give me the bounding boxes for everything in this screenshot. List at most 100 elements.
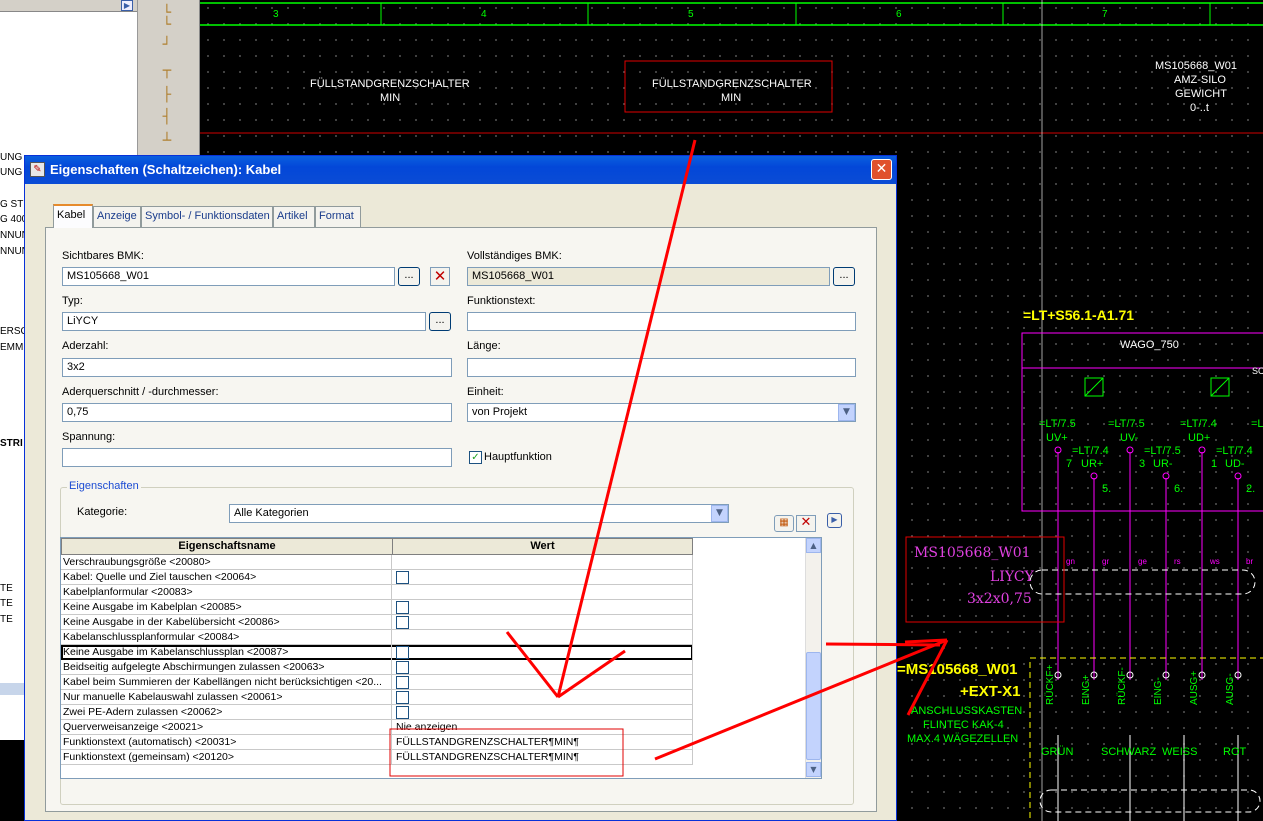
terminal-number: 2. [1246,483,1256,495]
table-row[interactable]: Keine Ausgabe in der Kabelübersicht <200… [61,615,693,630]
property-value-cell[interactable]: FÜLLSTANDGRENZSCHALTER¶MIN¶ [393,750,693,765]
scroll-down-icon[interactable]: ▼ [806,762,821,777]
symbol-corner-icon[interactable]: ┘ [156,36,178,54]
property-value-cell[interactable]: FÜLLSTANDGRENZSCHALTER¶MIN¶ [393,735,693,750]
typ-input[interactable]: LiYCY [62,312,426,331]
table-row[interactable]: Zwei PE-Adern zulassen <20062> [61,705,693,720]
tab-format[interactable]: Format [315,206,361,227]
property-value-cell[interactable] [393,630,693,645]
sichtbares-bmk-browse-button[interactable]: ... [398,267,420,286]
dialog-title: Eigenschaften (Schaltzeichen): Kabel [50,162,282,177]
property-value-cell[interactable] [393,705,693,720]
chevron-down-icon[interactable]: ▼ [838,404,855,421]
property-checkbox[interactable] [396,571,409,584]
property-value-cell[interactable] [393,615,693,630]
table-row[interactable]: Verschraubungsgröße <20080> [61,555,693,570]
property-value-cell[interactable] [393,570,693,585]
property-value-cell[interactable]: Nie anzeigen [393,720,693,735]
panel-scroll-right-icon[interactable]: ▶ [121,0,133,11]
dialog-titlebar[interactable]: ✎ Eigenschaften (Schaltzeichen): Kabel ✕ [25,156,896,184]
wire-color: gn [1066,557,1075,566]
property-checkbox[interactable] [396,661,409,674]
table-row[interactable]: Kabelplanformular <20083> [61,585,693,600]
table-row[interactable]: Beidseitig aufgelegte Abschirmungen zula… [61,660,693,675]
new-property-icon[interactable]: ▦ [774,515,794,532]
chevron-down-icon[interactable]: ▼ [711,505,728,522]
kategorie-select[interactable]: Alle Kategorien [229,504,729,523]
box-location: +EXT-X1 [960,683,1021,700]
table-row[interactable]: Nur manuelle Kabelauswahl zulassen <2006… [61,690,693,705]
property-value-cell[interactable] [393,555,693,570]
aderzahl-label: Aderzahl: [62,340,109,352]
terminal-number: 5. [1102,483,1112,495]
wago-label: SC [1252,366,1263,376]
symbol-tee-icon[interactable]: ┴ [156,132,178,150]
symbol-toolbar: └ └ ┘ ┬ ├ ┤ ┴ [138,0,200,160]
cable-size: 3x2x0,75 [967,591,1032,607]
property-checkbox[interactable] [396,601,409,614]
property-value-cell[interactable] [393,645,693,660]
table-row[interactable]: Kabel: Quelle und Ziel tauschen <20064> [61,570,693,585]
left-panel-text: UNG [0,167,23,178]
scroll-thumb[interactable] [806,652,821,760]
property-checkbox[interactable] [396,676,409,689]
column-number: 3 [273,9,279,20]
delete-icon[interactable]: ✕ [796,515,816,532]
einheit-select[interactable]: von Projekt [467,403,856,422]
symbol-tee-icon[interactable]: ├ [156,86,178,104]
aderquerschnitt-input[interactable]: 0,75 [62,403,452,422]
terminal-number: 6. [1174,483,1184,495]
property-value-cell[interactable] [393,600,693,615]
wire-color-name: SCHWARZ [1101,746,1157,758]
property-checkbox[interactable] [396,616,409,629]
property-value-cell[interactable] [393,585,693,600]
vollstaendiges-bmk-browse-button[interactable]: ... [833,267,855,286]
table-row[interactable]: Keine Ausgabe im Kabelplan <20085> [61,600,693,615]
property-checkbox[interactable] [396,706,409,719]
hauptfunktion-checkbox[interactable]: ✓ [469,451,482,464]
kategorie-label: Kategorie: [77,506,128,518]
terminal-ref: 3 [1139,458,1146,470]
property-name-cell: Kabelanschlussplanformular <20084> [61,630,392,645]
property-checkbox[interactable] [396,646,409,659]
property-value-cell[interactable] [393,690,693,705]
symbol-tee-icon[interactable]: ┤ [156,108,178,126]
symbol-corner-icon[interactable]: └ [156,16,178,34]
close-button[interactable]: ✕ [871,159,892,180]
tab-kabel[interactable]: Kabel [53,204,93,228]
property-value-cell[interactable] [393,660,693,675]
symbol-tee-icon[interactable]: ┬ [156,62,178,80]
tab-symbol-funktionsdaten[interactable]: Symbol- / Funktionsdaten [141,206,273,227]
spannung-input[interactable] [62,448,452,467]
left-panel-header: ▶ [0,0,137,12]
expand-right-icon[interactable]: ▶ [827,513,842,528]
table-row[interactable]: Keine Ausgabe im Kabelanschlussplan <200… [61,645,693,660]
property-name-cell: Querverweisanzeige <20021> [61,720,392,735]
tab-artikel[interactable]: Artikel [273,206,315,227]
tab-anzeige[interactable]: Anzeige [93,206,141,227]
aderzahl-input[interactable]: 3x2 [62,358,452,377]
table-row[interactable]: Kabel beim Summieren der Kabellängen nic… [61,675,693,690]
property-name-cell: Verschraubungsgröße <20080> [61,555,392,570]
terminal-ref: =LT/7.4 [1180,418,1217,430]
funktionstext-input[interactable] [467,312,856,331]
delete-icon[interactable]: ✕ [430,267,450,286]
property-value-cell[interactable] [393,675,693,690]
funktionstext-label: Funktionstext: [467,295,536,307]
grid-scrollbar[interactable]: ▲ ▼ [805,538,821,778]
column-number: 5 [688,9,694,20]
typ-label: Typ: [62,295,83,307]
grid-header-value[interactable]: Wert [392,538,693,555]
vollstaendiges-bmk-input[interactable]: MS105668_W01 [467,267,830,286]
cable-bmk[interactable]: MS105668_W01 [914,545,1031,561]
sichtbares-bmk-input[interactable]: MS105668_W01 [62,267,395,286]
typ-browse-button[interactable]: ... [429,312,451,331]
property-checkbox[interactable] [396,691,409,704]
grid-header-name[interactable]: Eigenschaftsname [61,538,393,555]
scroll-up-icon[interactable]: ▲ [806,538,821,553]
laenge-input[interactable] [467,358,856,377]
table-row[interactable]: Funktionstext (automatisch) <20031> FÜLLS… [61,735,693,750]
table-row[interactable]: Funktionstext (gemeinsam) <20120> FÜLLSTA… [61,750,693,765]
table-row[interactable]: Kabelanschlussplanformular <20084> [61,630,693,645]
table-row[interactable]: Querverweisanzeige <20021> Nie anzeigen [61,720,693,735]
